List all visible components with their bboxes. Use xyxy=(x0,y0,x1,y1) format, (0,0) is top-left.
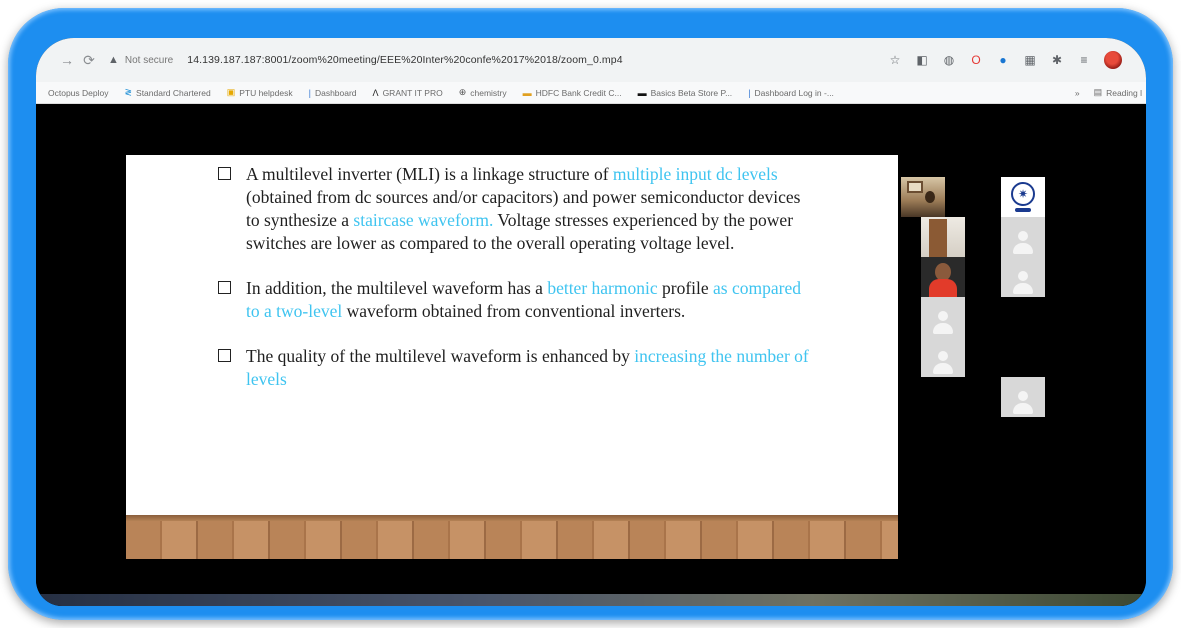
grant-icon: Λ xyxy=(372,87,379,98)
bookmarks-right: » ▤ Reading l xyxy=(1075,87,1146,98)
checkbox-bullet-icon xyxy=(218,167,231,180)
participant-video[interactable] xyxy=(901,177,945,217)
forward-icon[interactable]: → xyxy=(56,52,78,68)
bookmark-item[interactable]: ⊕ chemistry xyxy=(459,87,507,98)
bookmark-item[interactable]: ≷ Standard Chartered xyxy=(124,87,210,98)
toolbar-icons: ☆ ◧ ◍ O ● ▦ ✱ ≡ xyxy=(888,51,1146,69)
wooden-floor xyxy=(126,515,898,559)
playlist-icon[interactable]: ≡ xyxy=(1077,53,1091,67)
bookmark-label: Standard Chartered xyxy=(136,87,211,98)
reading-list-icon: ▤ xyxy=(1093,87,1103,97)
person-placeholder-icon xyxy=(1011,229,1035,255)
participant-tile[interactable] xyxy=(1001,257,1045,297)
person-placeholder-icon xyxy=(931,309,955,335)
avatar[interactable] xyxy=(1104,51,1122,69)
puzzle-icon[interactable]: ✱ xyxy=(1050,53,1064,67)
bullet-text: waveform obtained from conventional inve… xyxy=(342,301,686,321)
bookmark-label: PTU helpdesk xyxy=(239,87,293,98)
bullet-highlight: better harmonic xyxy=(547,278,658,298)
hdfc-icon: ▬ xyxy=(522,87,532,98)
not-secure-label[interactable]: Not secure xyxy=(125,55,173,66)
bookmark-item[interactable]: ▬ HDFC Bank Credit C... xyxy=(523,88,622,98)
address-bar: → ⟳ ▲ Not secure 14.139.187.187:8001/zoo… xyxy=(36,38,1146,82)
participant-logo-tile[interactable]: ✷ xyxy=(1001,177,1045,217)
more-bookmarks-icon[interactable]: » xyxy=(1075,88,1080,98)
reading-list-label: Reading l xyxy=(1106,87,1142,98)
bullet-highlight: staircase waveform. xyxy=(353,210,494,230)
presentation-slide: A multilevel inverter (MLI) is a linkage… xyxy=(126,155,898,559)
screen: → ⟳ ▲ Not secure 14.139.187.187:8001/zoo… xyxy=(36,38,1146,606)
person-placeholder-icon xyxy=(1011,389,1035,415)
helpdesk-icon: ▣ xyxy=(226,87,236,97)
bookmark-label: Dashboard Log in -... xyxy=(754,87,834,98)
extension-icon[interactable]: ◧ xyxy=(915,53,929,67)
login-icon: | xyxy=(748,87,751,98)
participant-video[interactable] xyxy=(921,217,965,257)
grid-extension-icon[interactable]: ▦ xyxy=(1023,53,1037,67)
emblem-base xyxy=(1015,208,1031,212)
reload-icon[interactable]: ⟳ xyxy=(78,52,100,69)
door xyxy=(929,219,947,257)
institute-emblem-icon: ✷ xyxy=(1011,182,1035,206)
slide-text: A multilevel inverter (MLI) is a linkage… xyxy=(218,163,818,413)
participant-tile[interactable] xyxy=(1001,217,1045,257)
slide-bullet: The quality of the multilevel waveform i… xyxy=(218,345,818,391)
bookmark-item[interactable]: Octopus Deploy xyxy=(48,88,108,98)
chat-extension-icon[interactable]: ◍ xyxy=(942,53,956,67)
participant-video[interactable] xyxy=(921,257,965,297)
participant-head xyxy=(925,191,935,203)
wall-picture xyxy=(907,181,923,193)
slide-bullet: A multilevel inverter (MLI) is a linkage… xyxy=(218,163,818,255)
checkbox-bullet-icon xyxy=(218,349,231,362)
bookmark-label: Dashboard xyxy=(314,87,357,98)
bookmark-label: chemistry xyxy=(470,87,507,98)
reading-list[interactable]: ▤ Reading l xyxy=(1094,87,1142,98)
person-placeholder-icon xyxy=(931,349,955,375)
participant-tile[interactable] xyxy=(921,297,965,337)
bookmark-item[interactable]: | Dashboard xyxy=(309,88,357,98)
participant-tile[interactable] xyxy=(1001,377,1045,417)
standard-chartered-icon: ≷ xyxy=(124,87,133,97)
checkbox-bullet-icon xyxy=(218,281,231,294)
outer-frame: → ⟳ ▲ Not secure 14.139.187.187:8001/zoo… xyxy=(8,8,1173,620)
bullet-text: In addition, the multilevel waveform has… xyxy=(246,278,548,298)
person-placeholder-icon xyxy=(1011,269,1035,295)
bullet-highlight: multiple input dc levels xyxy=(612,164,778,184)
participant-shirt xyxy=(929,279,957,297)
bookmark-item[interactable]: ▣ PTU helpdesk xyxy=(227,87,293,98)
bullet-text: The quality of the multilevel waveform i… xyxy=(246,346,635,366)
bookmark-item[interactable]: ▬ Basics Beta Store P... xyxy=(638,88,733,98)
bookmark-item[interactable]: | Dashboard Log in -... xyxy=(748,88,834,98)
profile-extension-icon[interactable]: ● xyxy=(996,53,1010,67)
star-icon[interactable]: ☆ xyxy=(888,53,902,67)
bookmark-label: Octopus Deploy xyxy=(48,87,109,98)
store-icon: ▬ xyxy=(637,87,647,98)
dashboard-icon: | xyxy=(308,87,311,98)
slide-bullet: In addition, the multilevel waveform has… xyxy=(218,277,818,323)
bookmark-label: Basics Beta Store P... xyxy=(650,87,733,98)
warning-icon[interactable]: ▲ xyxy=(108,54,119,66)
bookmarks-bar: Octopus Deploy ≷ Standard Chartered ▣ PTU … xyxy=(36,82,1146,104)
participant-tile[interactable] xyxy=(921,337,965,377)
video-player[interactable]: A multilevel inverter (MLI) is a linkage… xyxy=(36,105,1146,606)
bullet-text: profile xyxy=(657,278,714,298)
opera-icon[interactable]: O xyxy=(969,53,983,67)
bookmark-label: HDFC Bank Credit C... xyxy=(535,87,622,98)
bookmark-label: GRANT IT PRO xyxy=(382,87,443,98)
taskbar xyxy=(36,594,1146,606)
url-text[interactable]: 14.139.187.187:8001/zoom%20meeting/EEE%2… xyxy=(187,54,622,66)
bookmark-item[interactable]: Λ GRANT IT PRO xyxy=(373,88,443,98)
bullet-text: A multilevel inverter (MLI) is a linkage… xyxy=(246,164,613,184)
globe-icon: ⊕ xyxy=(458,87,467,97)
